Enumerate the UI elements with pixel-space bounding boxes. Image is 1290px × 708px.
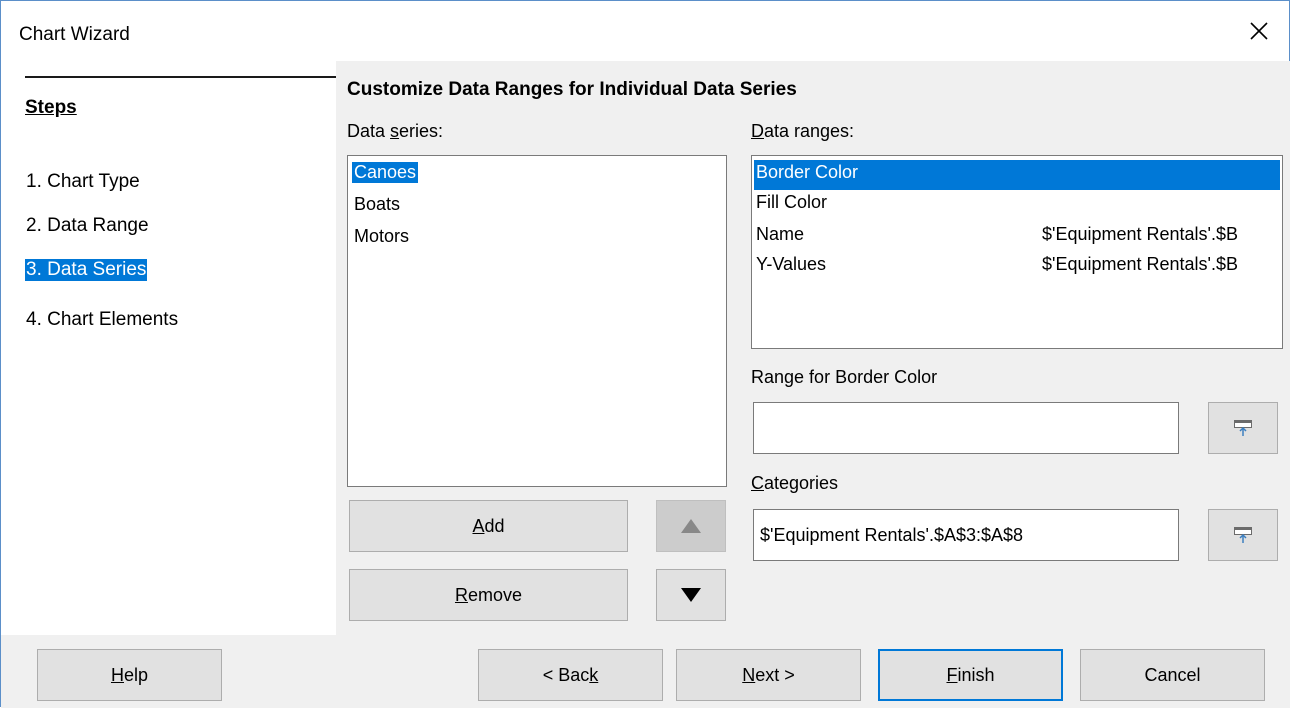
move-up-button[interactable] (656, 500, 726, 552)
range-for-shrink-button[interactable] (1208, 402, 1278, 454)
range-row-name: Fill Color (756, 192, 828, 212)
finish-button-label: Finish (946, 664, 995, 685)
help-button-label: Help (110, 664, 149, 685)
dialog-footer: Help < Back Next > Finish Cancel (1, 635, 1290, 708)
step-chart-elements[interactable]: 4. Chart Elements (25, 309, 179, 331)
dialog-title: Chart Wizard (19, 24, 130, 45)
content-panel: Customize Data Ranges for Individual Dat… (336, 61, 1290, 635)
shrink-range-icon (1234, 420, 1252, 436)
remove-button[interactable]: Remove (349, 569, 628, 621)
close-icon (1250, 22, 1268, 40)
range-for-label: Range for Border Color (751, 367, 938, 387)
steps-divider (25, 76, 336, 78)
remove-button-label: Remove (454, 584, 523, 605)
data-ranges-list[interactable]: Border Color Fill Color Name $'Equipment… (751, 155, 1283, 349)
range-row-y-values[interactable]: Y-Values $'Equipment Rentals'.$B (754, 252, 1280, 282)
shrink-range-icon (1234, 527, 1252, 543)
step-data-range[interactable]: 2. Data Range (25, 215, 150, 237)
chart-wizard-dialog: Chart Wizard Steps 1. Chart Type 2. Data… (0, 0, 1290, 708)
title-bar: Chart Wizard (1, 1, 1289, 61)
categories-label: Categories (751, 473, 839, 493)
move-up-icon (681, 519, 701, 533)
next-button[interactable]: Next > (676, 649, 861, 701)
add-button[interactable]: Add (349, 500, 628, 552)
step-chart-type[interactable]: 1. Chart Type (25, 171, 141, 193)
categories-input[interactable]: $'Equipment Rentals'.$A$3:$A$8 (753, 509, 1179, 561)
steps-panel: Steps 1. Chart Type 2. Data Range 3. Dat… (1, 61, 336, 635)
add-button-label: Add (472, 515, 505, 536)
steps-heading: Steps (25, 97, 77, 118)
section-title: Customize Data Ranges for Individual Dat… (347, 79, 797, 100)
range-row-fill-color[interactable]: Fill Color (754, 190, 1280, 220)
range-row-value: $'Equipment Rentals'.$B (1042, 254, 1238, 274)
back-button-label: < Back (542, 664, 599, 685)
step-data-series[interactable]: 3. Data Series (25, 259, 148, 281)
range-row-name: Border Color (756, 162, 859, 182)
help-button[interactable]: Help (37, 649, 222, 701)
range-row-name[interactable]: Name $'Equipment Rentals'.$B (754, 222, 1280, 252)
series-item-canoes[interactable]: Canoes (352, 162, 419, 183)
move-down-icon (681, 588, 701, 602)
finish-button[interactable]: Finish (878, 649, 1063, 701)
categories-shrink-button[interactable] (1208, 509, 1278, 561)
range-for-input[interactable] (753, 402, 1179, 454)
data-ranges-label: Data ranges: (751, 121, 855, 141)
range-row-value: $'Equipment Rentals'.$B (1042, 224, 1238, 244)
data-series-label: Data series: (347, 121, 444, 141)
series-item-boats[interactable]: Boats (352, 194, 402, 215)
cancel-button-label: Cancel (1144, 664, 1201, 685)
range-row-name: Y-Values (756, 254, 827, 274)
range-row-border-color[interactable]: Border Color (754, 160, 1280, 190)
close-button[interactable] (1229, 1, 1289, 61)
move-down-button[interactable] (656, 569, 726, 621)
series-item-motors[interactable]: Motors (352, 226, 411, 247)
cancel-button[interactable]: Cancel (1080, 649, 1265, 701)
data-series-list[interactable]: Canoes Boats Motors (347, 155, 727, 487)
range-row-name: Name (756, 224, 805, 244)
next-button-label: Next > (742, 664, 795, 685)
back-button[interactable]: < Back (478, 649, 663, 701)
